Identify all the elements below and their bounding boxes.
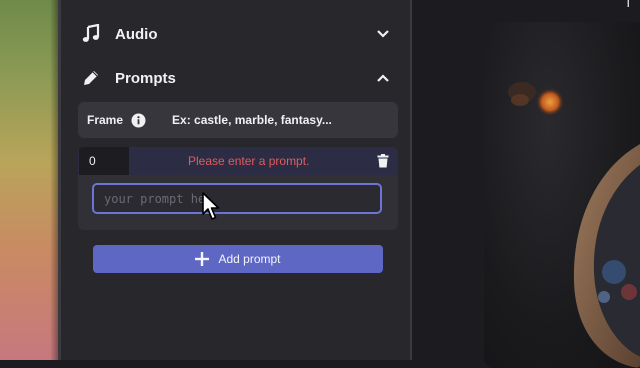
prompt-text-input[interactable] bbox=[92, 183, 382, 214]
settings-panel: Audio Prompts Frame Ex: castle, marble, … bbox=[58, 0, 412, 360]
frame-column-header: Frame bbox=[87, 113, 124, 127]
preview-image bbox=[484, 22, 640, 368]
prompt-error-message: Please enter a prompt. bbox=[188, 154, 310, 168]
plus-icon bbox=[195, 252, 210, 266]
chevron-down-icon[interactable] bbox=[375, 26, 391, 42]
frame-number-input[interactable]: 0 bbox=[79, 147, 129, 175]
trash-icon[interactable] bbox=[377, 154, 389, 168]
preview-header-label: T bbox=[624, 0, 633, 10]
left-background-strip bbox=[0, 0, 58, 360]
prompt-column-header-example: Ex: castle, marble, fantasy... bbox=[172, 113, 332, 127]
music-note-icon bbox=[81, 23, 103, 45]
section-prompts-title: Prompts bbox=[115, 69, 176, 87]
section-audio-title: Audio bbox=[115, 25, 158, 43]
add-prompt-label: Add prompt bbox=[218, 252, 281, 266]
prompt-item: 0 Please enter a prompt. bbox=[78, 147, 398, 230]
preview-area: T bbox=[412, 0, 640, 368]
prompts-table-header: Frame Ex: castle, marble, fantasy... bbox=[78, 102, 398, 138]
section-prompts[interactable]: Prompts bbox=[81, 63, 391, 93]
chevron-up-icon[interactable] bbox=[375, 70, 391, 86]
add-prompt-button[interactable]: Add prompt bbox=[93, 245, 383, 273]
mouse-cursor-icon bbox=[202, 192, 220, 220]
section-audio[interactable]: Audio bbox=[81, 19, 391, 49]
prompt-item-toolbar: 0 Please enter a prompt. bbox=[78, 147, 398, 175]
pencil-icon bbox=[81, 67, 103, 89]
info-icon[interactable] bbox=[131, 113, 146, 128]
